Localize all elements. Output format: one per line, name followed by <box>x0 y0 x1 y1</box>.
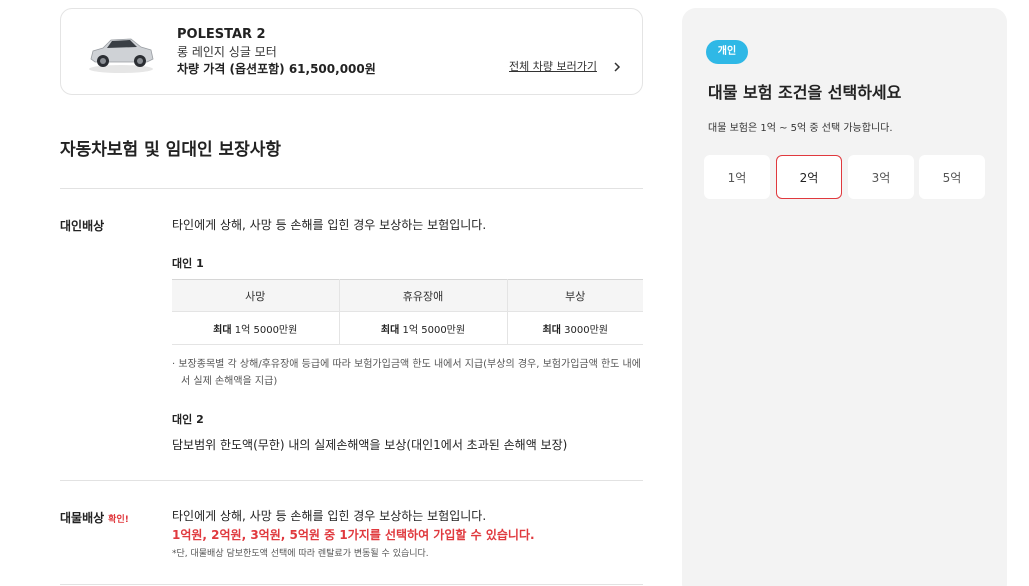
option-1-button[interactable]: 1억 <box>704 155 770 199</box>
personal-badge: 개인 <box>706 40 748 64</box>
panel-title: 대물 보험 조건을 선택하세요 <box>708 83 902 102</box>
panel-subtitle: 대물 보험은 1억 ~ 5억 중 선택 가능합니다. <box>708 123 893 134</box>
insurance-option-panel: 개인 대물 보험 조건을 선택하세요 대물 보험은 1억 ~ 5억 중 선택 가… <box>682 8 1007 586</box>
divider <box>60 480 643 481</box>
all-cars-link[interactable]: 전체 차량 보러가기 <box>509 58 597 74</box>
property-highlight-text: 1억원, 2억원, 3억원, 5억원 중 1가지를 선택하여 가입할 수 있습니… <box>172 528 535 542</box>
confirm-link[interactable]: 확인! <box>108 515 129 525</box>
col-disability: 휴유장애 <box>339 279 508 312</box>
section-title: 자동차보험 및 임대인 보장사항 <box>60 140 282 160</box>
coverage-table: 사망 휴유장애 부상 최대 1억 5000만원 최대 1억 5000만원 최대 … <box>172 279 643 345</box>
car-price: 차량 가격 (옵션포함) 61,500,000원 <box>177 62 376 76</box>
car-image <box>89 38 154 73</box>
car-trim: 롱 레인지 싱글 모터 <box>177 45 277 59</box>
bodily-2-desc: 담보범위 한도액(무한) 내의 실제손해액을 보상(대인1에서 초과된 손해액 … <box>172 438 568 452</box>
bodily-1-title: 대인 1 <box>172 257 204 270</box>
divider <box>60 584 643 585</box>
divider <box>60 188 643 189</box>
option-3-button[interactable]: 3억 <box>848 155 914 199</box>
property-damage-desc: 타인에게 상해, 사망 등 손해를 입힌 경우 보상하는 보험입니다. <box>172 509 487 523</box>
option-5-button[interactable]: 5억 <box>919 155 985 199</box>
car-summary-card: POLESTAR 2 롱 레인지 싱글 모터 차량 가격 (옵션포함) 61,5… <box>60 8 643 95</box>
bodily-injury-desc: 타인에게 상해, 사망 등 손해를 입힌 경우 보상하는 보험입니다. <box>172 218 487 232</box>
col-injury: 부상 <box>507 279 643 312</box>
coverage-table-header: 사망 휴유장애 부상 <box>172 279 643 312</box>
property-damage-label: 대물배상 확인! <box>60 511 129 525</box>
cell-injury: 최대 3000만원 <box>507 311 643 345</box>
car-name: POLESTAR 2 <box>177 27 266 42</box>
table-row: 최대 1억 5000만원 최대 1억 5000만원 최대 3000만원 <box>172 311 643 345</box>
cell-death: 최대 1억 5000만원 <box>172 311 340 345</box>
chevron-right-icon[interactable] <box>612 60 622 74</box>
bodily-injury-label: 대인배상 <box>60 219 105 233</box>
cell-disability: 최대 1억 5000만원 <box>339 311 508 345</box>
coverage-note: · 보장종목별 각 상해/후유장애 등급에 따라 보험가입금액 한도 내에서 지… <box>172 359 641 387</box>
option-2-button[interactable]: 2억 <box>776 155 842 199</box>
property-small-note: *단, 대물배상 담보한도액 선택에 따라 렌탈료가 변동될 수 있습니다. <box>172 549 429 559</box>
col-death: 사망 <box>172 279 340 312</box>
bodily-2-title: 대인 2 <box>172 413 204 426</box>
